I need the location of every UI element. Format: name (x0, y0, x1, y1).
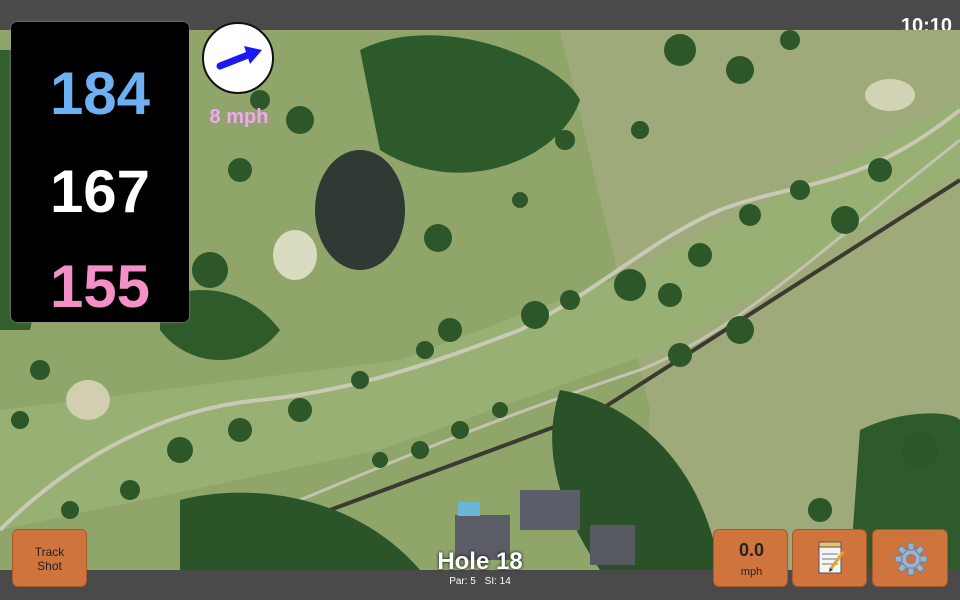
wind-direction-arrow-icon (216, 46, 262, 70)
speed-button[interactable]: 0.0 mph (713, 529, 788, 587)
hole-stroke-index: SI: 14 (484, 576, 511, 587)
middle-distance: 167 (49, 158, 151, 225)
settings-button[interactable] (872, 529, 948, 587)
yardage-panel: 184 167 155 (11, 22, 189, 322)
speed-unit: mph (740, 566, 763, 578)
speed-value: 0.0 (738, 540, 765, 560)
front-distance: 155 (49, 253, 151, 320)
track-shot-button[interactable]: Track Shot (12, 529, 87, 587)
wind-speed-label: 8 mph (209, 106, 269, 128)
back-distance: 184 (49, 60, 151, 127)
hole-par: Par: 5 (449, 576, 476, 587)
wind-direction-indicator (202, 22, 274, 94)
gear-icon (894, 542, 928, 576)
hole-title: Hole 18 (437, 548, 523, 575)
track-shot-label-line2: Shot (37, 559, 62, 573)
notepad-icon (818, 541, 845, 574)
track-shot-label-line1: Track (34, 545, 65, 559)
hole-info: Par: 5 SI: 14 (380, 576, 580, 587)
notes-button[interactable] (792, 529, 867, 587)
